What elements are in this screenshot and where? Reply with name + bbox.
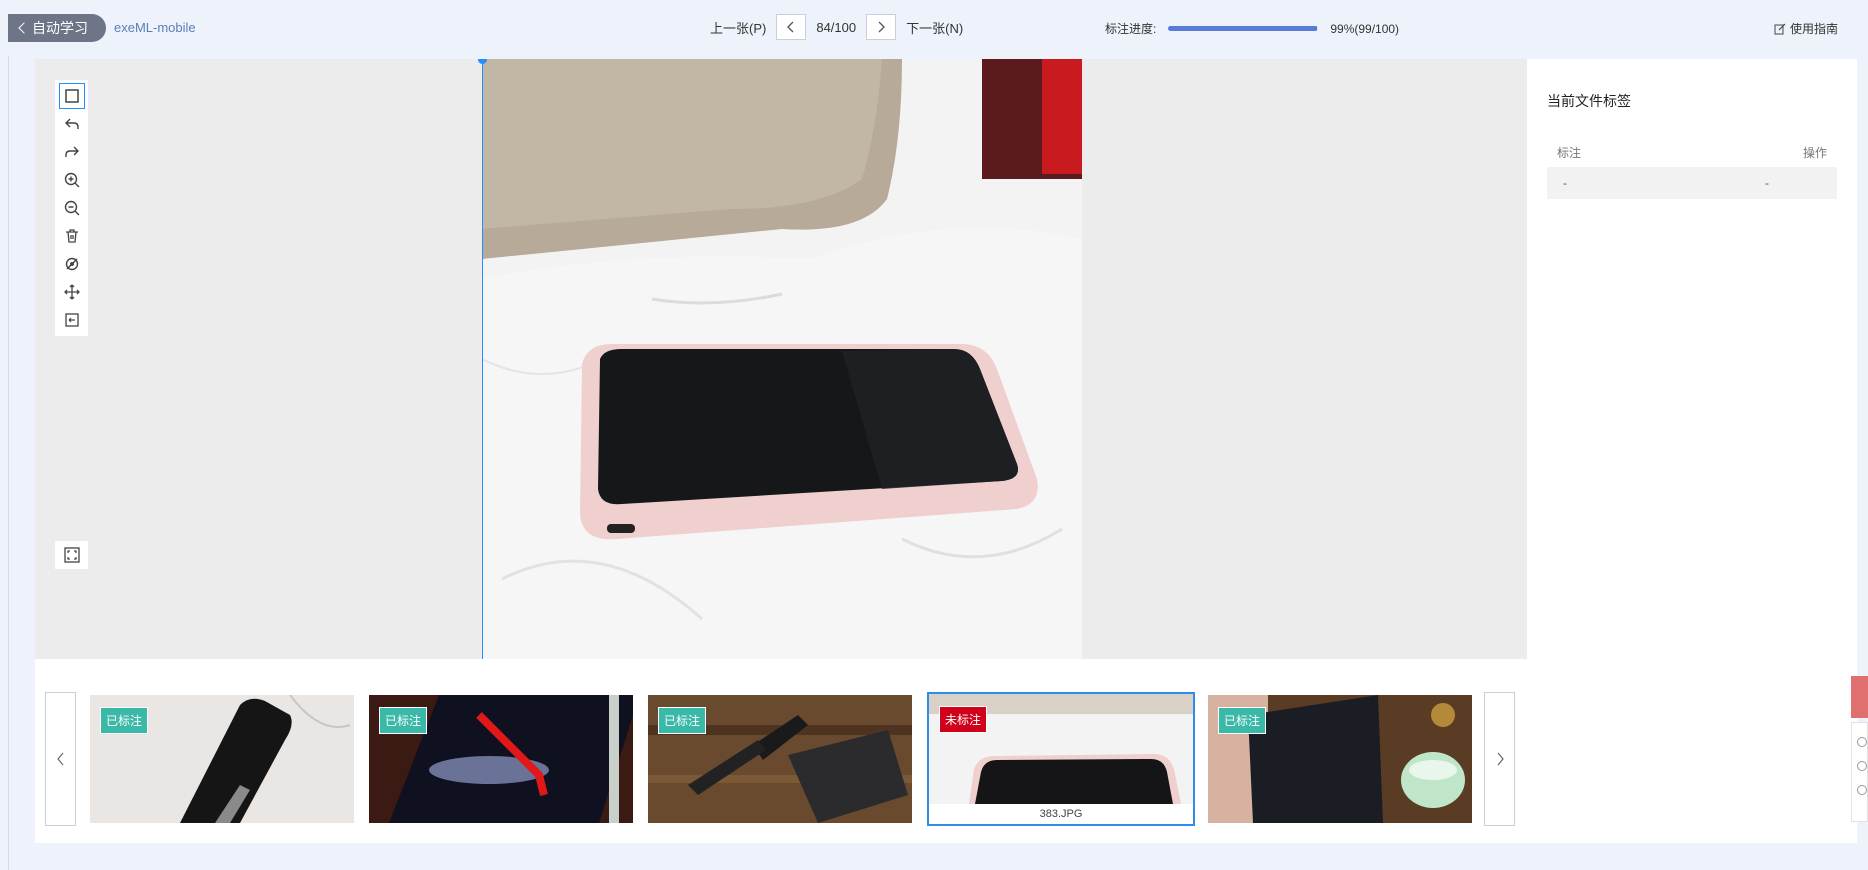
move-tool[interactable] [55,278,88,306]
status-badge: 已标注 [100,707,149,734]
project-name: exeML-mobile [114,20,196,35]
status-badge: 已标注 [379,707,428,734]
image-navigation: 上一张(P) 84/100 下一张(N) [710,14,963,40]
guide-label: 使用指南 [1789,22,1838,36]
back-label: 自动学习 [32,20,88,36]
annotation-toolbar [55,80,88,336]
chevron-left-icon [18,22,30,34]
fit-screen-button[interactable] [55,541,88,569]
move-icon [63,284,80,300]
status-badge: 已标注 [1218,707,1267,734]
delete-icon [65,229,78,243]
floating-toolbar[interactable] [1851,722,1868,822]
status-badge: 未标注 [939,706,988,733]
rectangle-tool[interactable] [55,82,88,110]
prev-label[interactable]: 上一张(P) [710,18,766,37]
delete-tool[interactable] [55,222,88,250]
thumbnail-1[interactable]: 已标注 [90,695,354,823]
chevron-left-icon [787,21,794,33]
status-badge: 已标注 [658,707,707,734]
panel-title: 当前文件标签 [1547,93,1631,109]
progress-text: 99%(99/100) [1330,21,1400,36]
guide-link[interactable]: 使用指南 [1774,20,1838,37]
image-preview[interactable] [482,59,1082,659]
zoom-out-icon [64,200,79,216]
zoom-in-tool[interactable] [55,166,88,194]
redo-icon [64,146,79,157]
progress-label: 标注进度: [1105,22,1157,36]
thumbnail-3[interactable]: 已标注 [648,695,912,823]
fit-screen-icon [63,547,80,563]
next-label[interactable]: 下一张(N) [906,18,963,37]
thumbnail-caption: 383.JPG [929,804,1193,824]
strip-prev-button[interactable] [45,692,76,826]
chevron-left-icon [56,752,63,766]
zoom-in-icon [64,172,79,188]
annotation-canvas[interactable] [35,59,1527,659]
redo-tool[interactable] [55,138,88,166]
progress-bar [1168,26,1319,31]
smile-icon[interactable] [1857,737,1867,747]
chevron-right-icon [878,21,886,33]
edit-icon [1774,23,1786,34]
thumbnail-2[interactable]: 已标注 [369,695,633,823]
reset-tool[interactable] [55,306,88,334]
thumbnail-4[interactable]: 未标注 383.JPG [927,692,1195,826]
column-label: 标注 [1557,146,1582,160]
top-bar: 自动学习 exeML-mobile 上一张(P) 84/100 下一张(N) 标… [0,0,1868,56]
undo-icon [64,118,79,129]
progress-fill [1168,26,1317,31]
chevron-right-icon [1497,752,1504,766]
feedback-widget[interactable] [1851,676,1868,718]
file-labels-panel: 当前文件标签 标注 操作 - - [1527,59,1857,843]
thumbnail-5[interactable]: 已标注 [1208,695,1472,823]
label-progress: 标注进度: 99%(99/100) [1105,20,1399,37]
page-indicator: 84/100 [816,19,857,35]
row-label: - [1563,176,1567,190]
prev-button[interactable] [776,14,807,40]
strip-next-button[interactable] [1484,692,1515,826]
column-action: 操作 [1802,146,1827,160]
message-icon[interactable] [1857,785,1867,795]
table-row: - - [1547,167,1837,199]
zoom-out-tool[interactable] [55,194,88,222]
rectangle-icon [58,83,85,109]
back-button[interactable]: 自动学习 [8,14,106,42]
help-icon[interactable] [1857,761,1867,771]
undo-tool[interactable] [55,110,88,138]
hide-tool[interactable] [55,250,88,278]
left-divider [8,56,9,870]
reset-icon [64,313,79,327]
hide-icon [65,257,78,271]
selection-edge [482,59,483,659]
thumbnail-strip: 已标注 已标注 已标注 未标注 383.JPG 已标注 [35,659,1527,843]
row-action: - [1765,176,1769,190]
labels-table-header: 标注 操作 [1547,144,1837,168]
next-button[interactable] [866,14,897,40]
